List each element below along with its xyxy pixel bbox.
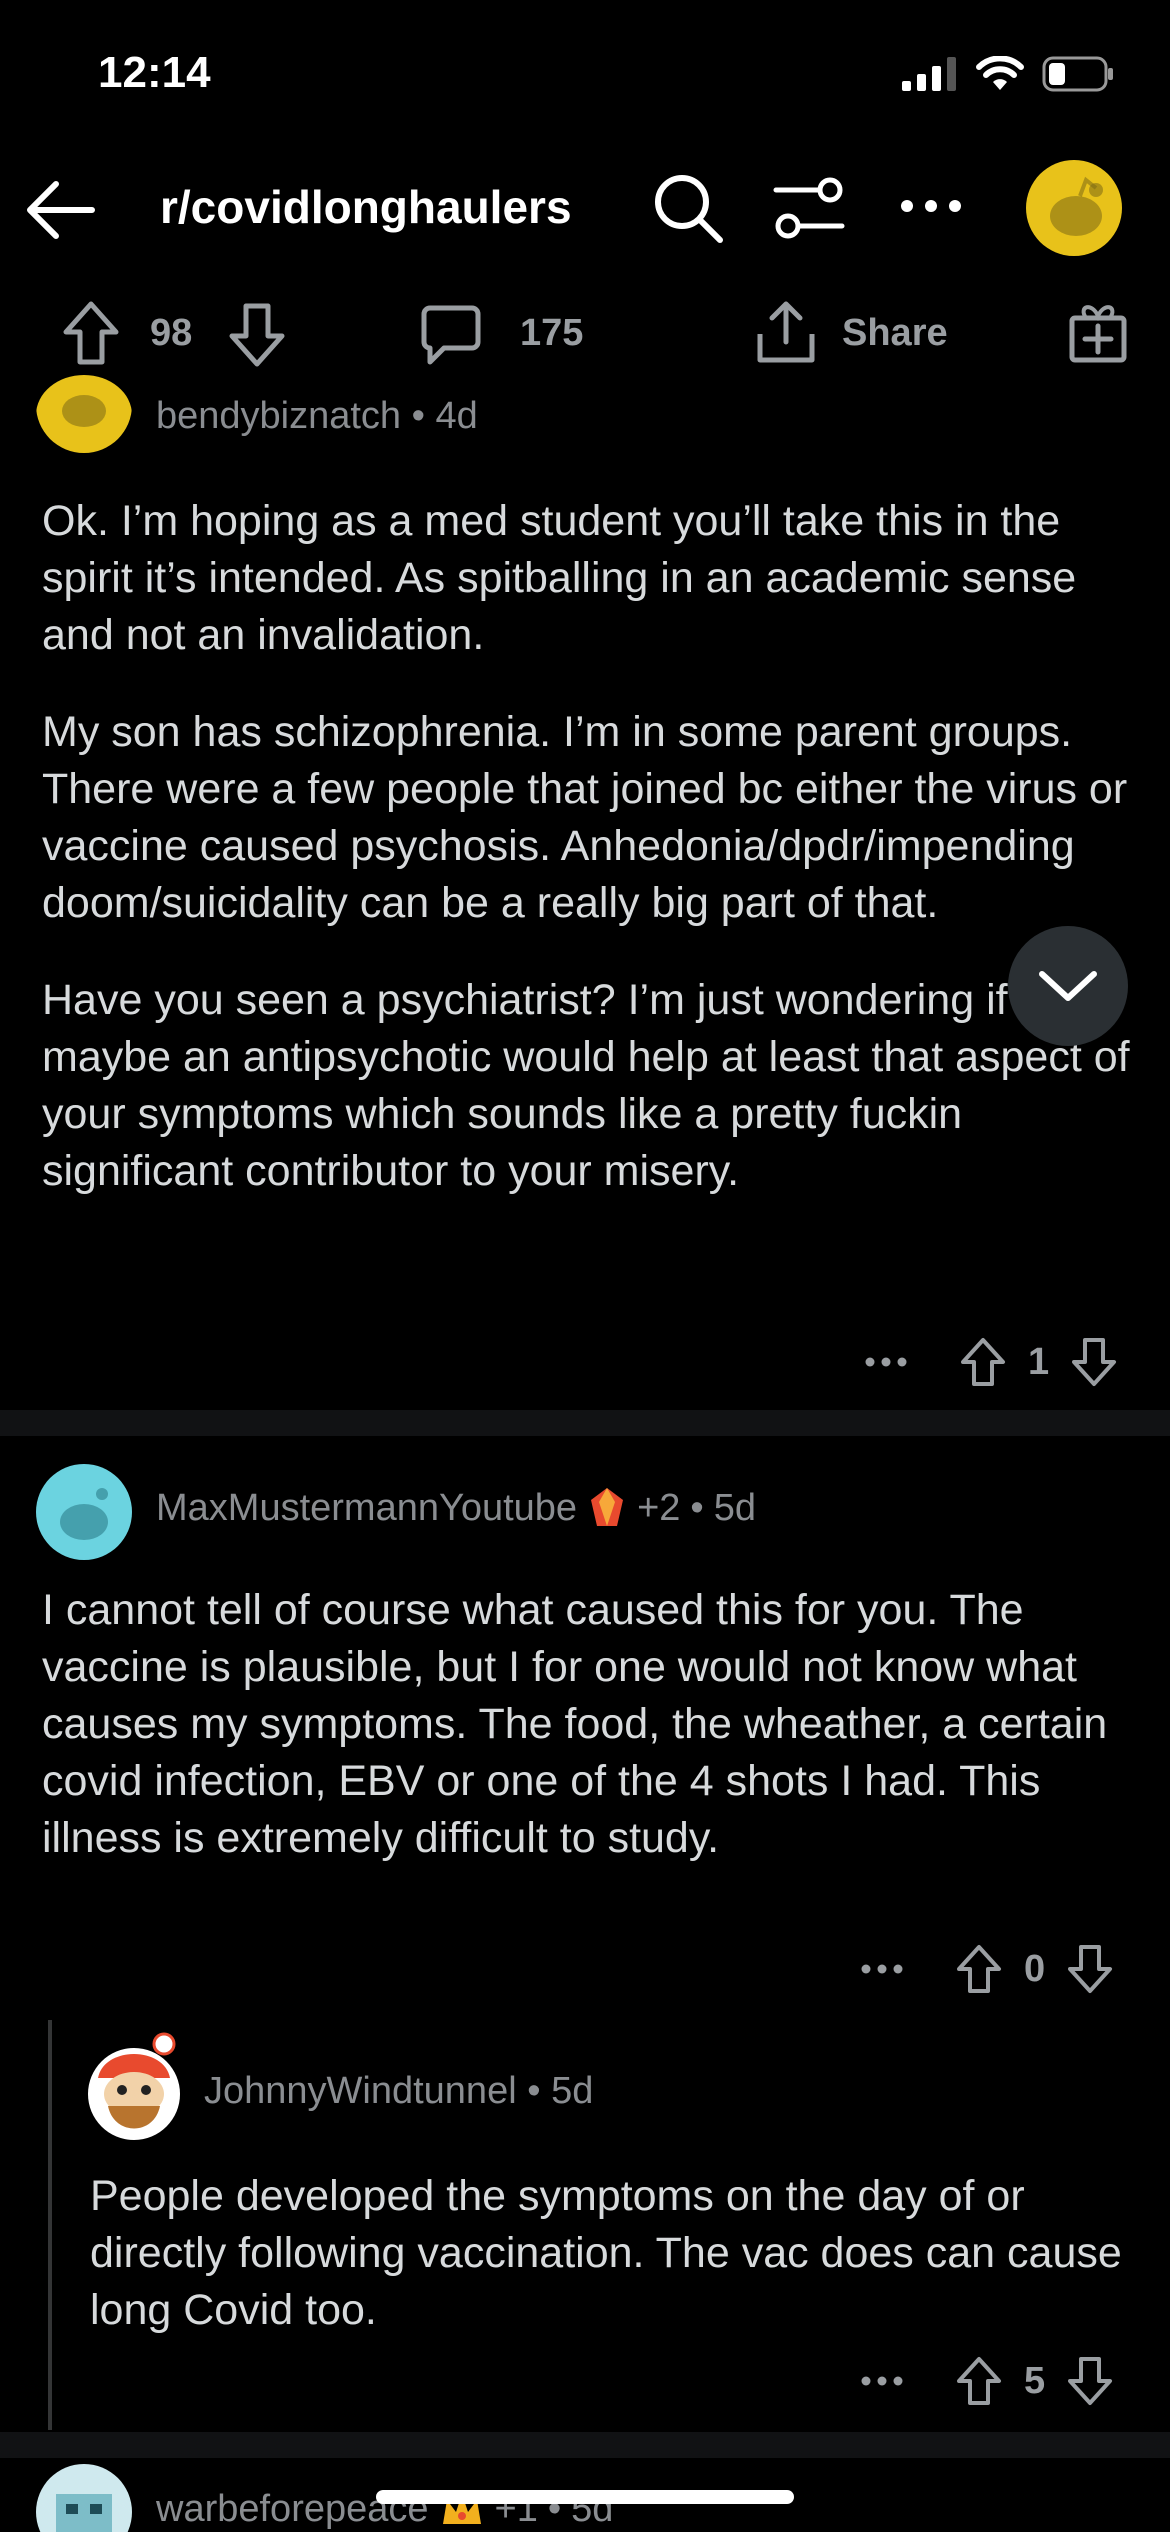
comment-reply: JohnnyWindtunnel • 5d People developed t… [60,2020,1170,2440]
avatar[interactable] [36,1464,132,1560]
comment-body: I cannot tell of course what caused this… [42,1582,1132,1907]
comment-paragraph: Have you seen a psychiatrist? I’m just w… [42,976,1130,1195]
share-icon[interactable] [754,298,818,366]
search-icon[interactable] [652,172,724,244]
comment-age: 5d [713,1486,756,1529]
wifi-icon [976,56,1024,90]
comment-icon[interactable] [420,304,482,366]
comment-divider [0,1410,1170,1436]
signal-icon [902,57,956,91]
more-options-icon[interactable] [864,1355,908,1369]
comment-paragraph: Ok. I’m hoping as a med student you’ll t… [42,497,1077,659]
upvote-icon[interactable] [960,1337,1006,1387]
post-score: 98 [150,312,193,354]
comment-divider [0,2432,1170,2458]
post-action-bar: 98 175 Share [0,300,1170,370]
comment-meta: JohnnyWindtunnel • 5d [204,2070,594,2112]
back-arrow-icon[interactable] [24,178,96,242]
comment: MaxMustermannYoutube +2 • 5d I cannot te… [0,1436,1170,1996]
downvote-icon[interactable] [1067,2356,1113,2406]
user-avatar[interactable] [1024,158,1124,258]
thread-line[interactable] [48,2020,52,2430]
karma-badge: +2 [637,1486,681,1529]
comment-meta: bendybiznatch • 4d [156,395,478,437]
comment-author[interactable]: JohnnyWindtunnel [204,2070,517,2112]
status-icons [902,56,1114,92]
share-label[interactable]: Share [842,312,948,355]
home-indicator[interactable] [376,2490,794,2504]
downvote-icon[interactable] [228,302,286,368]
comment-author[interactable]: bendybiznatch [156,395,401,437]
upvote-icon[interactable] [62,300,120,366]
comment-body: People developed the symptoms on the day… [90,2168,1150,2379]
battery-icon [1042,56,1113,92]
comment-vote-row: 1 [864,1337,1117,1387]
scroll-next-button[interactable] [1006,924,1130,1048]
comment-paragraph: People developed the symptoms on the day… [90,2172,1122,2334]
status-time: 12:14 [98,48,211,97]
comment-paragraph: I cannot tell of course what caused this… [42,1586,1108,1862]
comment-meta: MaxMustermannYoutube +2 • 5d [156,1486,756,1530]
comment-body: Ok. I’m hoping as a med student you’ll t… [42,493,1132,1240]
subreddit-title[interactable]: r/covidlonghaulers [160,180,572,234]
comment-score: 0 [1024,1947,1046,1990]
more-options-icon[interactable] [860,1962,904,1976]
avatar[interactable] [36,2464,132,2532]
avatar[interactable] [36,375,132,455]
downvote-icon[interactable] [1067,1944,1113,1994]
comment: bendybiznatch • 4d Ok. I’m hoping as a m… [0,375,1170,1410]
upvote-icon[interactable] [956,1944,1002,1994]
avatar[interactable] [84,2032,184,2142]
more-options-icon[interactable] [898,196,964,216]
comment-count: 175 [520,312,584,354]
filter-icon[interactable] [772,176,846,240]
comment-paragraph: My son has schizophrenia. I’m in some pa… [42,708,1128,927]
comment-vote-row: 5 [860,2356,1113,2406]
comment-score: 5 [1024,2359,1046,2402]
comment-score: 1 [1028,1340,1050,1383]
comment-age: 4d [435,395,478,437]
award-icon[interactable] [1068,300,1128,364]
upvote-icon[interactable] [956,2356,1002,2406]
comment-vote-row: 0 [860,1944,1113,1994]
downvote-icon[interactable] [1071,1337,1117,1387]
comment-age: 5d [551,2070,594,2112]
flair-gem-icon [591,1488,624,1526]
more-options-icon[interactable] [860,2374,904,2388]
comment-author[interactable]: MaxMustermannYoutube [156,1487,577,1530]
